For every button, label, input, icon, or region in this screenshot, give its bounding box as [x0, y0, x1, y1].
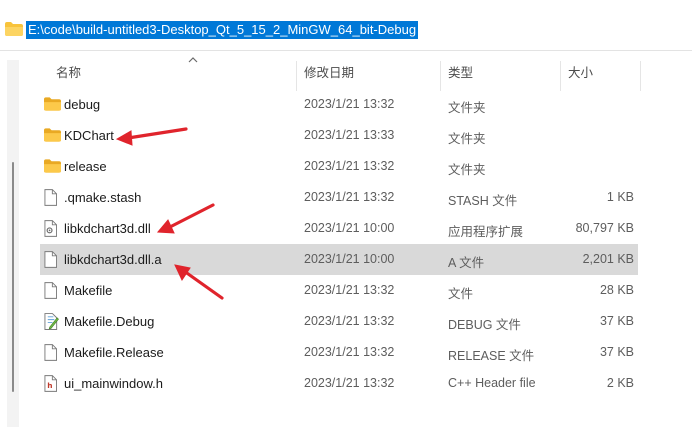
- file-size: 1 KB: [606, 190, 634, 204]
- file-row[interactable]: h ui_mainwindow.h 2023/1/21 13:32 C++ Heade…: [40, 368, 638, 399]
- file-type: RELEASE 文件: [448, 349, 535, 363]
- file-type: 文件: [448, 287, 474, 301]
- file-size: 37 KB: [599, 345, 634, 359]
- file-name: KDChart: [64, 128, 114, 143]
- column-name[interactable]: 名称: [56, 55, 81, 91]
- file-date-modified: 2023/1/21 13:32: [304, 159, 395, 173]
- file-icon: [44, 189, 62, 206]
- file-name: libkdchart3d.dll: [64, 221, 151, 236]
- file-name: .qmake.stash: [64, 190, 142, 205]
- svg-text:h: h: [47, 381, 52, 390]
- column-type[interactable]: 类型: [448, 55, 473, 91]
- column-divider[interactable]: [560, 61, 561, 91]
- file-type: STASH 文件: [448, 194, 518, 208]
- file-date-modified: 2023/1/21 10:00: [304, 221, 395, 235]
- file-size: 37 KB: [599, 314, 634, 328]
- file-row[interactable]: debug 2023/1/21 13:32 文件夹: [40, 89, 638, 120]
- file-row[interactable]: Makefile.Debug 2023/1/21 13:32 DEBUG 文件 37 …: [40, 306, 638, 337]
- address-bar[interactable]: E:\code\build-untitled3-Desktop_Qt_5_15_…: [0, 11, 692, 51]
- file-type: 文件夹: [448, 101, 486, 115]
- file-row[interactable]: libkdchart3d.dll 2023/1/21 10:00 应用程序扩展 80,…: [40, 213, 638, 244]
- file-size: 80,797 KB: [575, 221, 634, 235]
- column-divider[interactable]: [296, 61, 297, 91]
- file-row[interactable]: Makefile 2023/1/21 13:32 文件 28 KB: [40, 275, 638, 306]
- file-row[interactable]: release 2023/1/21 13:32 文件夹: [40, 151, 638, 182]
- file-type: 应用程序扩展: [448, 225, 524, 239]
- address-path-selected[interactable]: E:\code\build-untitled3-Desktop_Qt_5_15_…: [26, 21, 419, 39]
- file-name: Makefile: [64, 283, 113, 298]
- dll-file-icon: [44, 220, 62, 237]
- file-size: 28 KB: [599, 283, 634, 297]
- navigation-scrollbar-thumb[interactable]: [12, 162, 14, 392]
- file-icon: [44, 282, 62, 299]
- file-date-modified: 2023/1/21 13:32: [304, 283, 395, 297]
- file-date-modified: 2023/1/21 13:32: [304, 376, 395, 390]
- file-date-modified: 2023/1/21 13:32: [304, 345, 395, 359]
- header-file-icon: h: [44, 375, 62, 392]
- sort-ascending-icon[interactable]: [188, 56, 198, 64]
- folder-icon: [44, 96, 62, 113]
- file-row[interactable]: KDChart 2023/1/21 13:33 文件夹: [40, 120, 638, 151]
- column-size[interactable]: 大小: [568, 55, 593, 91]
- folder-icon: [44, 158, 62, 175]
- file-date-modified: 2023/1/21 13:32: [304, 314, 395, 328]
- file-type: A 文件: [448, 256, 485, 270]
- file-date-modified: 2023/1/21 13:32: [304, 97, 395, 111]
- file-date-modified: 2023/1/21 10:00: [304, 252, 395, 266]
- file-row[interactable]: libkdchart3d.dll.a 2023/1/21 10:00 A 文件 2,2…: [40, 244, 638, 275]
- file-date-modified: 2023/1/21 13:33: [304, 128, 395, 142]
- file-size: 2 KB: [606, 376, 634, 390]
- folder-icon: [44, 127, 62, 144]
- file-row[interactable]: .qmake.stash 2023/1/21 13:32 STASH 文件 1 KB: [40, 182, 638, 213]
- file-name: ui_mainwindow.h: [64, 376, 164, 391]
- file-type: C++ Header file: [448, 376, 536, 390]
- column-divider[interactable]: [440, 61, 441, 91]
- file-name: Makefile.Release: [64, 345, 164, 360]
- file-size: 2,201 KB: [582, 252, 634, 266]
- file-date-modified: 2023/1/21 13:32: [304, 190, 395, 204]
- folder-icon: [5, 22, 23, 36]
- file-type: 文件夹: [448, 132, 486, 146]
- file-name: debug: [64, 97, 101, 112]
- file-row[interactable]: Makefile.Release 2023/1/21 13:32 RELEASE 文…: [40, 337, 638, 368]
- file-name: Makefile.Debug: [64, 314, 155, 329]
- column-header: 名称 修改日期 类型 大小: [20, 55, 692, 91]
- file-icon: [44, 344, 62, 361]
- edited-file-icon: [44, 313, 62, 330]
- file-type: DEBUG 文件: [448, 318, 521, 332]
- file-name: release: [64, 159, 107, 174]
- file-icon: [44, 251, 62, 268]
- column-date-modified[interactable]: 修改日期: [304, 55, 354, 91]
- file-name: libkdchart3d.dll.a: [64, 252, 162, 267]
- file-type: 文件夹: [448, 163, 486, 177]
- column-divider[interactable]: [640, 61, 641, 91]
